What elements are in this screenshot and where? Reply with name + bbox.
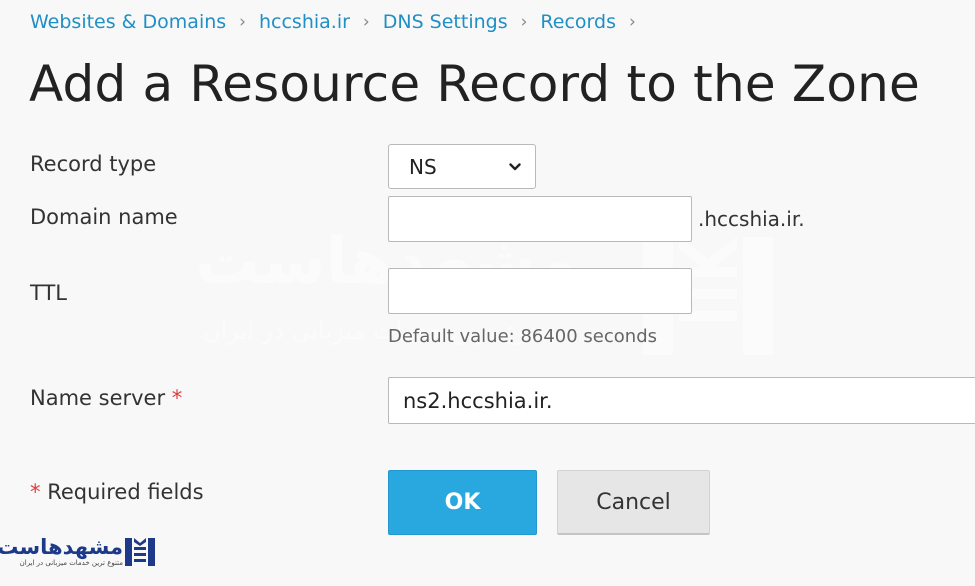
name-server-label-text: Name server — [30, 386, 166, 410]
brand-logo: مشهدهاست متنوع ترین خدمات میزبانی در ایر… — [0, 534, 159, 570]
chevron-right-icon: › — [362, 12, 370, 32]
logo-text: مشهدهاست — [0, 535, 123, 559]
breadcrumb-item-domain[interactable]: hccshia.ir — [259, 11, 350, 33]
domain-suffix: .hccshia.ir. — [698, 207, 805, 231]
name-server-input[interactable] — [388, 377, 975, 424]
required-fields-note: * Required fields — [30, 480, 204, 504]
name-server-label: Name server * — [30, 386, 182, 410]
chevron-right-icon: › — [628, 12, 636, 32]
ttl-default-hint: Default value: 86400 seconds — [388, 326, 657, 347]
domain-name-label: Domain name — [30, 205, 178, 229]
record-type-select[interactable]: NS — [388, 144, 536, 189]
chevron-down-icon — [509, 162, 521, 170]
ok-button[interactable]: OK — [388, 470, 537, 535]
breadcrumb-item-websites-domains[interactable]: Websites & Domains — [30, 11, 226, 33]
ttl-input[interactable] — [388, 268, 692, 314]
required-fields-text: Required fields — [47, 480, 204, 504]
chevron-right-icon: › — [239, 12, 246, 32]
record-type-value: NS — [409, 154, 437, 179]
logo-subtitle: متنوع ترین خدمات میزبانی در ایران — [19, 559, 123, 567]
breadcrumb-item-dns-settings[interactable]: DNS Settings — [383, 11, 508, 33]
ttl-label: TTL — [30, 281, 67, 305]
breadcrumb: Websites & Domains › hccshia.ir › DNS Se… — [30, 11, 649, 33]
breadcrumb-item-records[interactable]: Records — [540, 11, 616, 33]
record-type-label: Record type — [30, 152, 157, 176]
domain-name-input[interactable] — [388, 196, 692, 242]
cancel-button[interactable]: Cancel — [557, 470, 710, 535]
page-title: Add a Resource Record to the Zone — [29, 55, 920, 113]
chevron-right-icon: › — [520, 12, 528, 32]
required-star: * — [30, 480, 41, 504]
logo-bars-icon — [125, 538, 155, 566]
required-star: * — [171, 386, 183, 410]
